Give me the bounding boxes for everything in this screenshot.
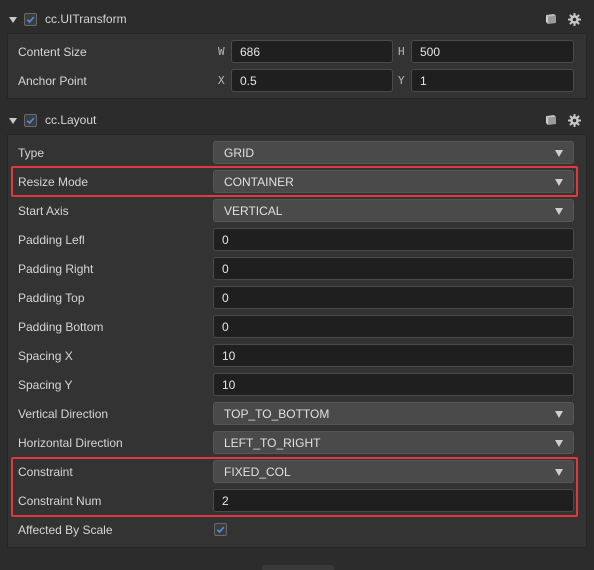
collapse-triangle-icon[interactable] (9, 17, 17, 23)
horizontal-direction-value: LEFT_TO_RIGHT (224, 435, 321, 450)
padding-top-input[interactable]: 0 (213, 286, 574, 309)
padding-right-input[interactable]: 0 (213, 257, 574, 280)
checkmark-icon (26, 117, 35, 125)
affected-by-scale-label: Affected By Scale (18, 523, 113, 537)
type-label: Type (18, 146, 45, 160)
content-size-label: Content Size (18, 45, 87, 59)
help-book-icon[interactable] (544, 12, 558, 26)
caret-down-icon (555, 440, 563, 447)
horizontal-direction-select[interactable]: LEFT_TO_RIGHT (213, 431, 574, 454)
caret-down-icon (555, 150, 563, 157)
uitransform-title: cc.UITransform (45, 12, 127, 26)
padding-right-label: Padding Right (18, 262, 94, 276)
anchor-y-axis-label: Y (398, 74, 405, 87)
uitransform-enable-checkbox[interactable] (24, 13, 37, 26)
content-height-input[interactable]: 500 (411, 40, 574, 63)
caret-down-icon (555, 411, 563, 418)
constraint-num-label: Constraint Num (18, 494, 102, 508)
horizontal-direction-label: Horizontal Direction (18, 436, 123, 450)
padding-left-label: Padding Lefl (18, 233, 85, 247)
type-select[interactable]: GRID (213, 141, 574, 164)
affected-by-scale-checkbox[interactable] (214, 523, 227, 536)
padding-left-input[interactable]: 0 (213, 228, 574, 251)
anchor-point-label: Anchor Point (18, 74, 87, 88)
spacing-x-input[interactable]: 10 (213, 344, 574, 367)
caret-down-icon (555, 179, 563, 186)
constraint-num-input[interactable]: 2 (213, 489, 574, 512)
anchor-y-input[interactable]: 1 (411, 69, 574, 92)
collapse-triangle-icon[interactable] (9, 118, 17, 124)
anchor-x-input[interactable]: 0.5 (231, 69, 393, 92)
vertical-direction-select[interactable]: TOP_TO_BOTTOM (213, 402, 574, 425)
vertical-direction-label: Vertical Direction (18, 407, 109, 421)
anchor-x-axis-label: X (218, 74, 225, 87)
resize-mode-select[interactable]: CONTAINER (213, 170, 574, 193)
spacing-x-label: Spacing X (18, 349, 73, 363)
layout-title: cc.Layout (45, 113, 97, 127)
start-axis-label: Start Axis (18, 204, 69, 218)
height-axis-label: H (398, 45, 405, 58)
vertical-direction-value: TOP_TO_BOTTOM (224, 406, 330, 421)
settings-gear-icon[interactable] (567, 12, 581, 26)
constraint-select[interactable]: FIXED_COL (213, 460, 574, 483)
help-book-icon[interactable] (544, 113, 558, 127)
start-axis-value: VERTICAL (224, 203, 283, 218)
settings-gear-icon[interactable] (567, 113, 581, 127)
padding-bottom-label: Padding Bottom (18, 320, 104, 334)
scroll-handle[interactable] (262, 565, 334, 570)
constraint-label: Constraint (18, 465, 73, 479)
spacing-y-input[interactable]: 10 (213, 373, 574, 396)
caret-down-icon (555, 469, 563, 476)
checkmark-icon (26, 16, 35, 24)
constraint-value: FIXED_COL (224, 464, 291, 479)
resize-mode-label: Resize Mode (18, 175, 89, 189)
layout-enable-checkbox[interactable] (24, 114, 37, 127)
resize-mode-value: CONTAINER (224, 174, 294, 189)
spacing-y-label: Spacing Y (18, 378, 73, 392)
padding-top-label: Padding Top (18, 291, 85, 305)
checkmark-icon (216, 526, 225, 534)
width-axis-label: W (218, 45, 225, 58)
padding-bottom-input[interactable]: 0 (213, 315, 574, 338)
start-axis-select[interactable]: VERTICAL (213, 199, 574, 222)
type-value: GRID (224, 145, 254, 160)
content-width-input[interactable]: 686 (231, 40, 393, 63)
caret-down-icon (555, 208, 563, 215)
